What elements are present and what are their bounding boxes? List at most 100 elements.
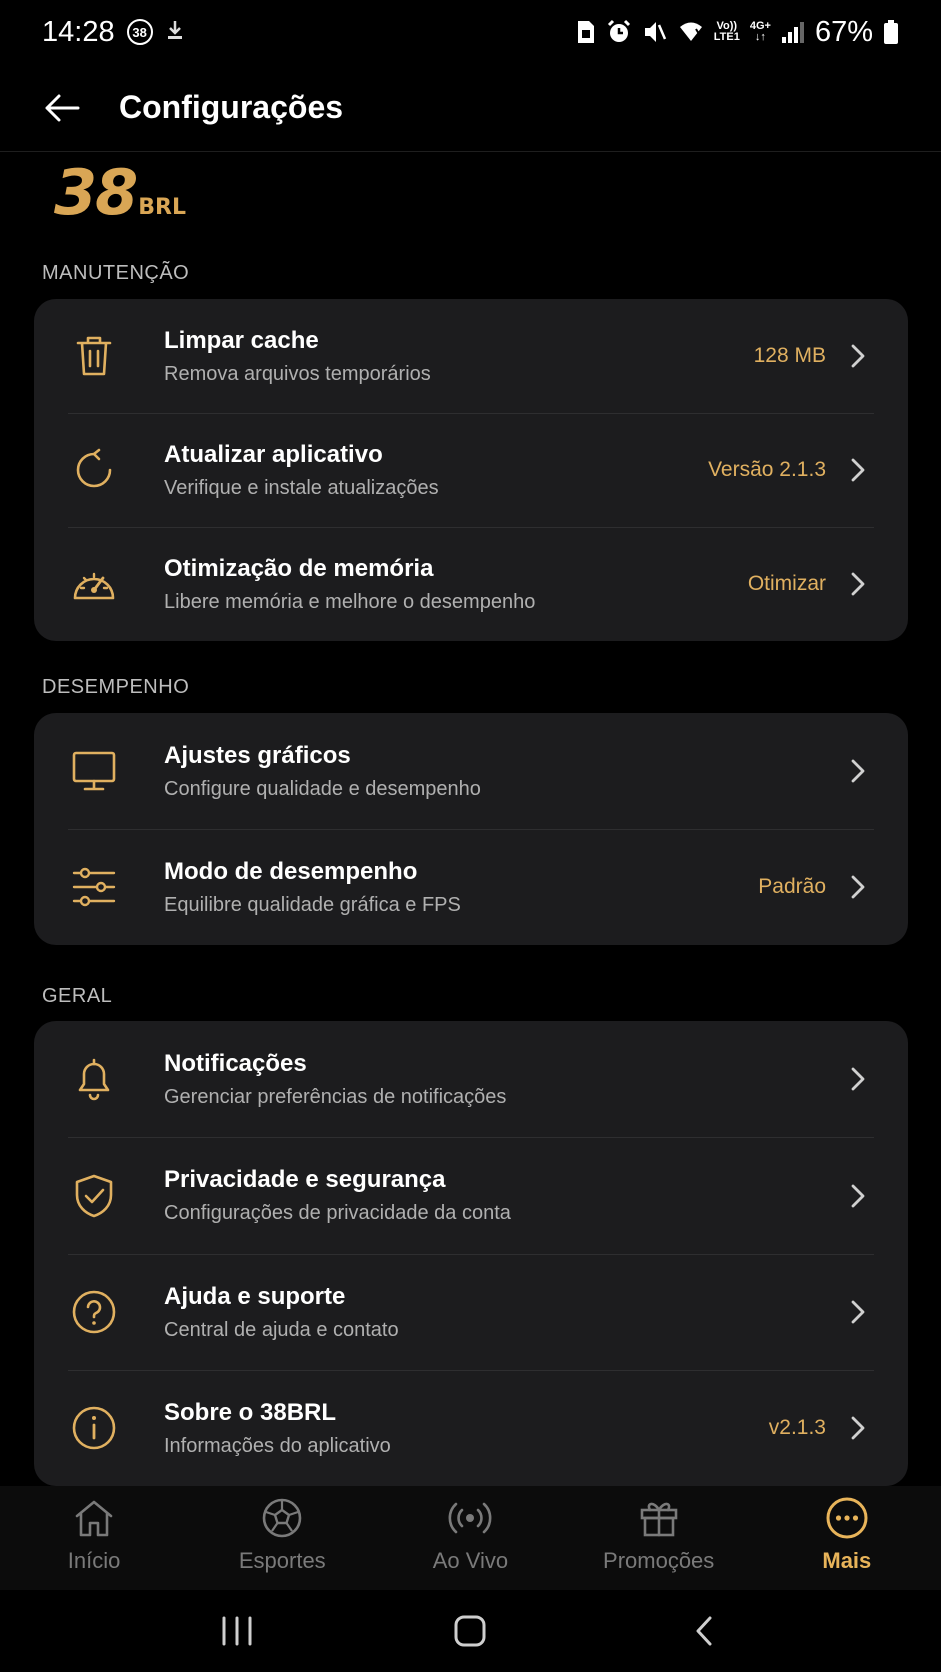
status-left: 14:28 38: [42, 16, 185, 49]
nav-label: Esportes: [238, 1548, 326, 1573]
chevron-right-icon: [846, 1297, 870, 1327]
mute-icon: [642, 19, 668, 45]
chevron-right-icon: [846, 1181, 870, 1211]
row-title: Otimização de memória: [164, 554, 434, 582]
row-title: Ajuda e suporte: [164, 1282, 346, 1310]
soccer-ball-icon: [260, 1496, 304, 1540]
battery-icon: [883, 19, 899, 45]
page-title: Configurações: [119, 89, 344, 125]
row-subtitle: Equilibre qualidade gráfica e FPS: [164, 893, 461, 916]
section-label-maintenance: MANUTENÇÃO: [42, 262, 190, 284]
chevron-right-icon: [846, 1413, 870, 1443]
refresh-icon: [70, 446, 118, 494]
battery-percent: 67%: [814, 15, 873, 48]
help-circle-icon: [70, 1288, 118, 1336]
row-title: Atualizar aplicativo: [164, 440, 383, 468]
monitor-icon: [70, 747, 118, 795]
chevron-right-icon: [846, 341, 870, 371]
download-icon: [165, 19, 185, 46]
chevron-left-icon: [696, 1616, 712, 1646]
row-value: Otimizar: [747, 572, 826, 595]
row-clear-cache[interactable]: Limpar cache Remova arquivos temporários…: [34, 299, 908, 413]
row-privacy-security[interactable]: Privacidade e segurança Configurações de…: [34, 1137, 908, 1254]
system-nav-bar: [0, 1590, 941, 1672]
shield-check-icon: [70, 1172, 118, 1220]
row-title: Limpar cache: [164, 326, 319, 354]
gift-icon: [637, 1496, 681, 1540]
row-memory-optimization[interactable]: Otimização de memória Libere memória e m…: [34, 527, 908, 641]
wifi-off-icon: [678, 19, 704, 45]
home-square-icon: [454, 1615, 486, 1647]
row-subtitle: Libere memória e melhore o desempenho: [164, 590, 536, 613]
row-subtitle: Remova arquivos temporários: [164, 362, 431, 385]
status-right: Vo)) LTE1 4G+ ↓↑ 67%: [576, 16, 899, 49]
row-subtitle: Informações do aplicativo: [164, 1434, 391, 1457]
brand-logo: 38 BRL: [54, 162, 186, 224]
network-type-text: 4G+: [749, 20, 771, 32]
row-value: Versão 2.1.3: [708, 458, 826, 481]
trash-icon: [70, 332, 118, 380]
card-general: Notificações Gerenciar preferências de n…: [34, 1021, 908, 1486]
chevron-right-icon: [846, 872, 870, 902]
brand-number: 38: [54, 156, 138, 229]
row-subtitle: Central de ajuda e contato: [164, 1318, 399, 1341]
nav-label: Mais: [822, 1548, 872, 1573]
row-title: Ajustes gráficos: [164, 741, 351, 769]
nav-item-sports[interactable]: Esportes: [188, 1486, 376, 1590]
signal-icon: [781, 20, 805, 44]
nav-item-live[interactable]: Ao Vivo: [376, 1486, 564, 1590]
nav-label: Ao Vivo: [432, 1548, 509, 1573]
row-value: Padrão: [758, 875, 826, 898]
row-subtitle: Gerenciar preferências de notificações: [164, 1085, 507, 1108]
arrow-left-icon: [45, 94, 80, 121]
row-update-app[interactable]: Atualizar aplicativo Verifique e instale…: [34, 413, 908, 527]
row-help-support[interactable]: Ajuda e suporte Central de ajuda e conta…: [34, 1254, 908, 1370]
nav-item-promotions[interactable]: Promoções: [565, 1486, 753, 1590]
section-label-performance: DESEMPENHO: [42, 676, 190, 698]
volte-bottom-text: LTE1: [713, 31, 740, 43]
row-title: Privacidade e segurança: [164, 1166, 446, 1193]
row-title: Sobre o 38BRL: [164, 1398, 337, 1426]
row-title: Notificações: [164, 1049, 307, 1077]
nav-item-more[interactable]: Mais: [753, 1486, 941, 1590]
recent-apps-button[interactable]: [197, 1601, 277, 1661]
row-subtitle: Configure qualidade e desempenho: [164, 777, 481, 800]
row-performance-mode[interactable]: Modo de desempenho Equilibre qualidade g…: [34, 829, 908, 945]
volte-indicator: Vo)) LTE1: [714, 21, 740, 43]
chevron-right-icon: [846, 756, 870, 786]
back-system-button[interactable]: [664, 1601, 744, 1661]
card-performance: Ajustes gráficos Configure qualidade e d…: [34, 713, 908, 945]
bell-icon: [70, 1055, 118, 1103]
status-bar: 14:28 38 Vo)) LTE1 4G+ ↓↑ 67%: [0, 0, 941, 64]
more-dots-icon: [825, 1496, 869, 1540]
row-about[interactable]: Sobre o 38BRL Informações do aplicativo …: [34, 1370, 908, 1486]
status-time: 14:28: [42, 15, 115, 48]
row-notifications[interactable]: Notificações Gerenciar preferências de n…: [34, 1021, 908, 1137]
nav-label: Início: [67, 1548, 121, 1573]
chevron-right-icon: [846, 569, 870, 599]
sim-icon: [576, 19, 596, 45]
alarm-icon: [606, 19, 632, 45]
row-subtitle: Configurações de privacidade da conta: [164, 1202, 511, 1224]
brand-suffix: BRL: [138, 195, 187, 220]
bottom-nav: Início Esportes Ao Vivo Promoções Mais: [0, 1486, 941, 1590]
row-value: 128 MB: [753, 344, 826, 367]
network-type: 4G+ ↓↑: [749, 20, 771, 43]
row-graphics-settings[interactable]: Ajustes gráficos Configure qualidade e d…: [34, 713, 908, 829]
home-icon: [72, 1496, 116, 1540]
home-system-button[interactable]: [430, 1601, 510, 1661]
app-header: Configurações: [0, 64, 941, 152]
row-subtitle: Verifique e instale atualizações: [164, 476, 439, 499]
notification-app-badge: 38: [126, 19, 153, 45]
chevron-right-icon: [846, 455, 870, 485]
nav-item-home[interactable]: Início: [0, 1486, 188, 1590]
chevron-right-icon: [846, 1064, 870, 1094]
section-label-general: GERAL: [42, 985, 113, 1007]
card-maintenance: Limpar cache Remova arquivos temporários…: [34, 299, 908, 641]
back-button[interactable]: [30, 76, 94, 140]
nav-label: Promoções: [603, 1548, 715, 1573]
sliders-icon: [70, 863, 118, 911]
row-value: v2.1.3: [768, 1416, 826, 1439]
gauge-icon: [70, 560, 118, 608]
recent-apps-icon: [222, 1616, 252, 1646]
